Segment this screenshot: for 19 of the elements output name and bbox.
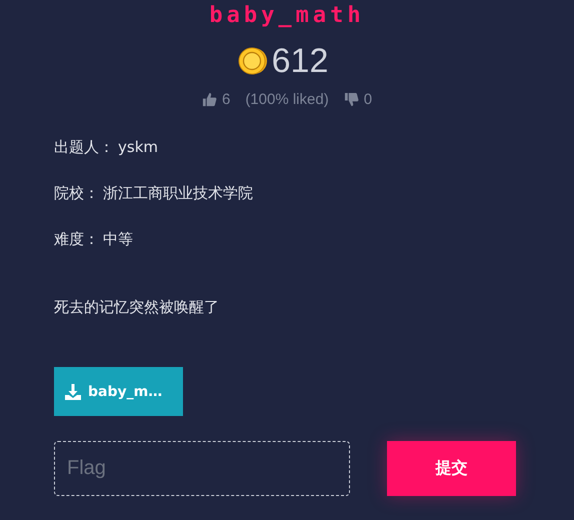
detail-label: 院校： bbox=[54, 184, 99, 204]
coin-icon bbox=[238, 46, 268, 76]
thumbs-down-icon bbox=[344, 92, 359, 107]
submit-button[interactable]: 提交 bbox=[387, 441, 516, 496]
detail-value: yskm bbox=[118, 138, 158, 158]
download-button[interactable]: baby_m… bbox=[54, 367, 183, 416]
detail-label: 难度： bbox=[54, 230, 99, 250]
detail-value: 中等 bbox=[103, 230, 133, 250]
thumbs-up-icon bbox=[202, 92, 217, 107]
challenge-description: 死去的记忆突然被唤醒了 bbox=[54, 298, 220, 317]
download-icon bbox=[64, 382, 82, 400]
liked-percent: (100% liked) bbox=[245, 91, 329, 108]
detail-value: 浙江工商职业技术学院 bbox=[103, 184, 253, 204]
points-value: 612 bbox=[272, 41, 328, 81]
challenge-title: baby_math bbox=[208, 3, 366, 29]
detail-label: 出题人： bbox=[54, 138, 114, 158]
flag-field[interactable]: Flag bbox=[54, 441, 350, 496]
dislikes-count: 0 bbox=[364, 91, 372, 108]
likes-count: 6 bbox=[222, 91, 230, 108]
